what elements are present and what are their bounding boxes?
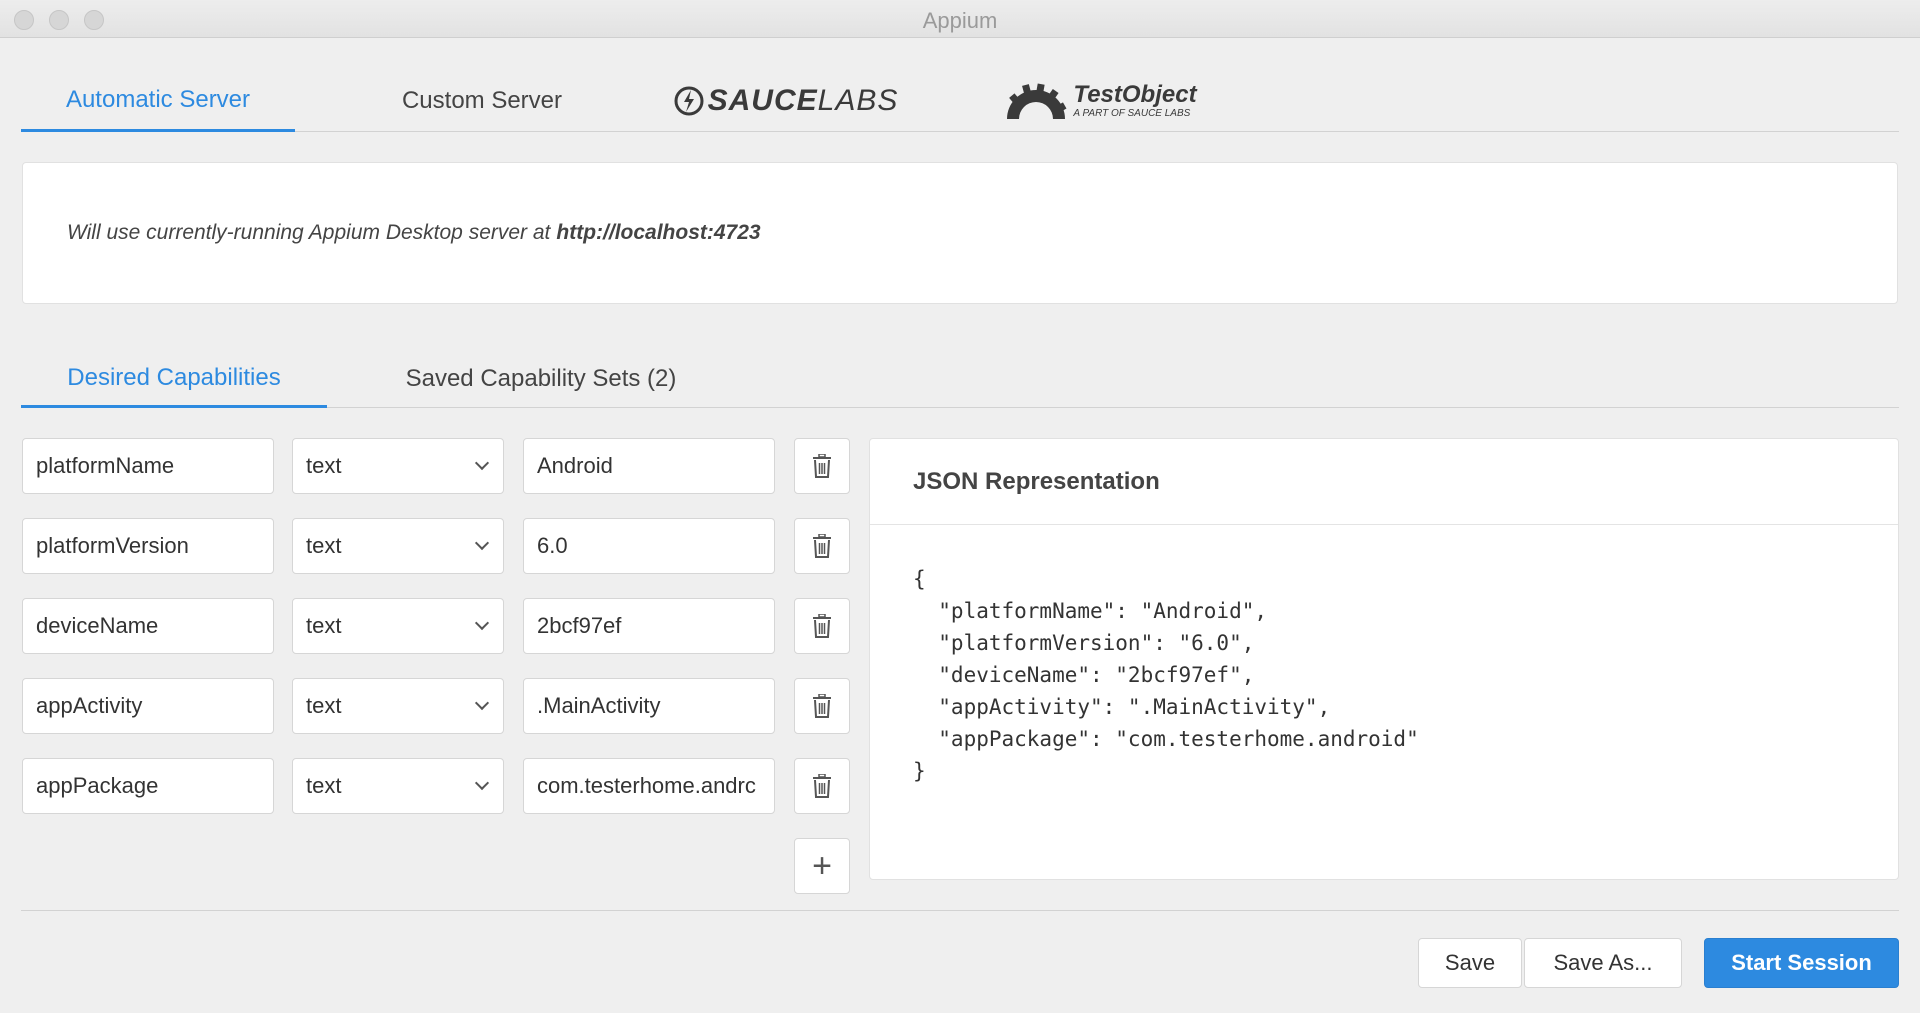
saucelabs-logo-icon bbox=[674, 86, 704, 116]
chevron-down-icon bbox=[474, 775, 490, 791]
tab-testobject[interactable]: TestObject A PART OF SAUCE LABS bbox=[985, 70, 1215, 132]
add-capability-button[interactable]: + bbox=[794, 838, 850, 894]
trash-icon bbox=[813, 774, 831, 798]
capability-tabs: Desired Capabilities Saved Capability Se… bbox=[21, 350, 1899, 408]
trash-icon bbox=[813, 694, 831, 718]
capability-type-select[interactable]: text bbox=[292, 598, 504, 654]
tab-saved-capability-sets[interactable]: Saved Capability Sets (2) bbox=[381, 350, 701, 408]
appium-window: Appium Automatic Server Custom Server SA… bbox=[0, 0, 1920, 1013]
capability-value-input[interactable]: Android bbox=[523, 438, 775, 494]
capability-type-select[interactable]: text bbox=[292, 438, 504, 494]
chevron-down-icon bbox=[474, 455, 490, 471]
capability-row: appActivity text .MainActivity bbox=[22, 678, 850, 734]
trash-icon bbox=[813, 454, 831, 478]
saucelabs-logo-text: SAUCELABS bbox=[707, 84, 899, 117]
capability-type-value: text bbox=[306, 453, 342, 478]
start-session-button[interactable]: Start Session bbox=[1704, 938, 1899, 988]
json-panel-title: JSON Representation bbox=[870, 439, 1898, 525]
tab-automatic-server[interactable]: Automatic Server bbox=[21, 70, 295, 132]
capability-value-input[interactable]: 2bcf97ef bbox=[523, 598, 775, 654]
save-as-button[interactable]: Save As... bbox=[1524, 938, 1682, 988]
delete-capability-button[interactable] bbox=[794, 678, 850, 734]
tab-custom-server[interactable]: Custom Server bbox=[349, 70, 615, 132]
testobject-logo-text: TestObject A PART OF SAUCE LABS bbox=[1073, 81, 1197, 119]
save-button[interactable]: Save bbox=[1418, 938, 1522, 988]
title-bar: Appium bbox=[0, 0, 1920, 38]
capability-name-input[interactable]: platformName bbox=[22, 438, 274, 494]
capability-type-select[interactable]: text bbox=[292, 758, 504, 814]
capability-row: appPackage text com.testerhome.andrc bbox=[22, 758, 850, 814]
server-url: http://localhost:4723 bbox=[556, 221, 761, 244]
testobject-gear-icon bbox=[1007, 83, 1067, 119]
chevron-down-icon bbox=[474, 695, 490, 711]
capability-name-input[interactable]: appActivity bbox=[22, 678, 274, 734]
capability-name-input[interactable]: deviceName bbox=[22, 598, 274, 654]
capability-value-input[interactable]: com.testerhome.andrc bbox=[523, 758, 775, 814]
server-info-box: Will use currently-running Appium Deskto… bbox=[22, 162, 1898, 304]
capability-name-input[interactable]: platformVersion bbox=[22, 518, 274, 574]
json-representation-panel: JSON Representation { "platformName": "A… bbox=[869, 438, 1899, 880]
chevron-down-icon bbox=[474, 535, 490, 551]
capability-row: platformName text Android bbox=[22, 438, 850, 494]
capability-row: platformVersion text 6.0 bbox=[22, 518, 850, 574]
capability-type-value: text bbox=[306, 613, 342, 638]
server-info-text: Will use currently-running Appium Deskto… bbox=[67, 221, 551, 244]
tab-desired-capabilities[interactable]: Desired Capabilities bbox=[21, 350, 327, 408]
tab-saucelabs[interactable]: SAUCELABS bbox=[661, 70, 911, 132]
chevron-down-icon bbox=[474, 615, 490, 631]
capability-type-value: text bbox=[306, 773, 342, 798]
capability-value-input[interactable]: .MainActivity bbox=[523, 678, 775, 734]
footer-divider bbox=[21, 910, 1899, 911]
capability-value-input[interactable]: 6.0 bbox=[523, 518, 775, 574]
server-tabs: Automatic Server Custom Server SAUCELABS… bbox=[21, 70, 1899, 132]
capability-type-value: text bbox=[306, 533, 342, 558]
trash-icon bbox=[813, 614, 831, 638]
delete-capability-button[interactable] bbox=[794, 438, 850, 494]
delete-capability-button[interactable] bbox=[794, 518, 850, 574]
capability-type-select[interactable]: text bbox=[292, 678, 504, 734]
window-title: Appium bbox=[922, 8, 998, 33]
capability-type-value: text bbox=[306, 693, 342, 718]
capability-type-select[interactable]: text bbox=[292, 518, 504, 574]
delete-capability-button[interactable] bbox=[794, 598, 850, 654]
json-body: { "platformName": "Android", "platformVe… bbox=[913, 567, 1419, 783]
capability-name-input[interactable]: appPackage bbox=[22, 758, 274, 814]
capability-row: deviceName text 2bcf97ef bbox=[22, 598, 850, 654]
delete-capability-button[interactable] bbox=[794, 758, 850, 814]
trash-icon bbox=[813, 534, 831, 558]
